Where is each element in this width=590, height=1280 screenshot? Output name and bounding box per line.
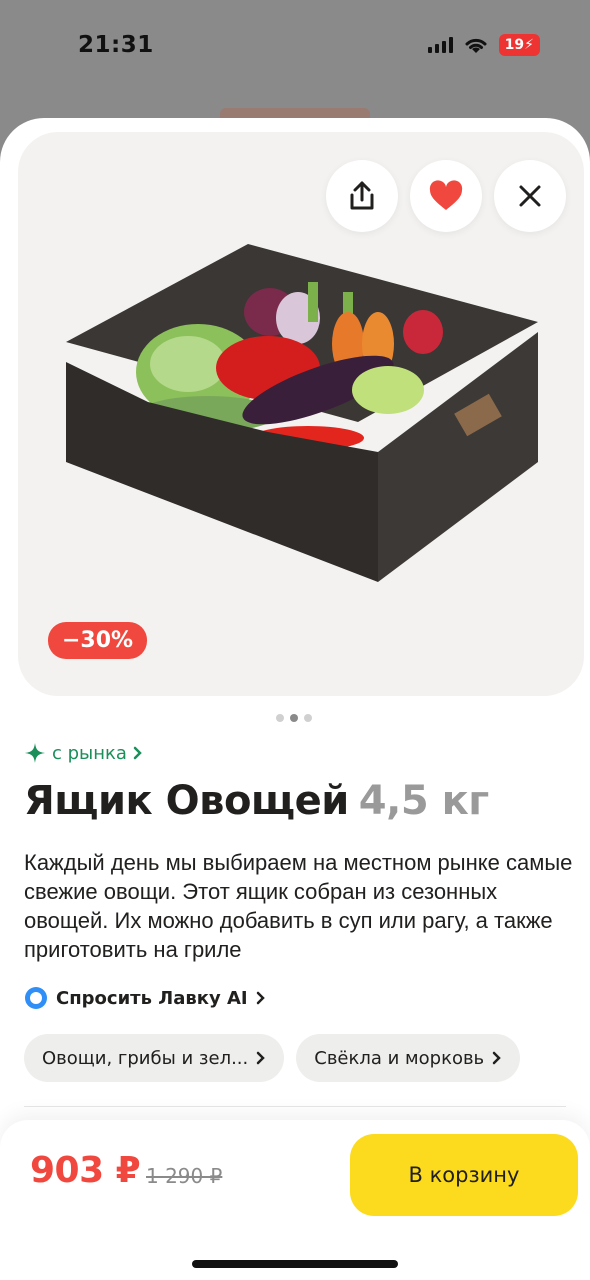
add-to-cart-button[interactable]: В корзину [350, 1134, 578, 1216]
category-chip-label: Свёкла и морковь [314, 1047, 485, 1069]
purchase-bar: 903 ₽ 1 290 ₽ В корзину [0, 1120, 590, 1280]
carousel-dot[interactable] [276, 714, 284, 722]
status-icons: 19⚡ [427, 34, 540, 56]
carousel-dot-active[interactable] [290, 714, 298, 722]
heart-icon [429, 180, 463, 210]
vegetable-box-illustration [66, 244, 538, 582]
close-button[interactable] [494, 160, 566, 232]
old-price: 1 290 ₽ [146, 1164, 223, 1188]
ask-ai-link[interactable]: Спросить Лавку AI [24, 986, 266, 1010]
category-chips: Овощи, грибы и зел... Свёкла и морковь [24, 1034, 521, 1082]
carousel-dots [276, 714, 312, 722]
carousel-dot[interactable] [304, 714, 312, 722]
product-title: Ящик Овощей 4,5 кг [24, 778, 574, 824]
chevron-right-icon [133, 746, 142, 760]
close-icon [519, 185, 541, 207]
status-time: 21:31 [78, 32, 154, 58]
category-chip[interactable]: Овощи, грибы и зел... [24, 1034, 285, 1082]
chevron-right-icon [257, 1051, 266, 1065]
market-link[interactable]: с рынка [24, 742, 143, 764]
share-icon [350, 181, 374, 210]
cellular-signal-icon [427, 37, 453, 53]
product-image[interactable]: −30% [18, 132, 584, 696]
product-name: Ящик Овощей [24, 778, 349, 824]
sparkle-icon [25, 743, 45, 763]
chevron-right-icon [492, 1051, 501, 1065]
battery-indicator: 19⚡ [498, 34, 540, 56]
status-bar: 21:31 19⚡ [0, 0, 590, 90]
chevron-right-icon [256, 991, 265, 1005]
divider [24, 1106, 566, 1107]
home-indicator [192, 1260, 398, 1268]
market-link-label: с рынка [52, 742, 127, 764]
product-weight: 4,5 кг [358, 778, 489, 824]
share-button[interactable] [326, 160, 398, 232]
current-price: 903 ₽ [30, 1150, 141, 1191]
wifi-icon [465, 38, 487, 53]
ask-ai-label: Спросить Лавку AI [56, 987, 248, 1009]
product-sheet: −30% с рынка Ящик Овощей 4,5 кг Каждый де… [0, 118, 590, 1280]
product-description: Каждый день мы выбираем на местном рынке… [24, 850, 573, 962]
favorite-button[interactable] [410, 160, 482, 232]
category-chip[interactable]: Свёкла и морковь [296, 1034, 521, 1082]
discount-badge: −30% [48, 622, 148, 659]
alice-icon [25, 987, 47, 1009]
category-chip-label: Овощи, грибы и зел... [42, 1047, 249, 1069]
